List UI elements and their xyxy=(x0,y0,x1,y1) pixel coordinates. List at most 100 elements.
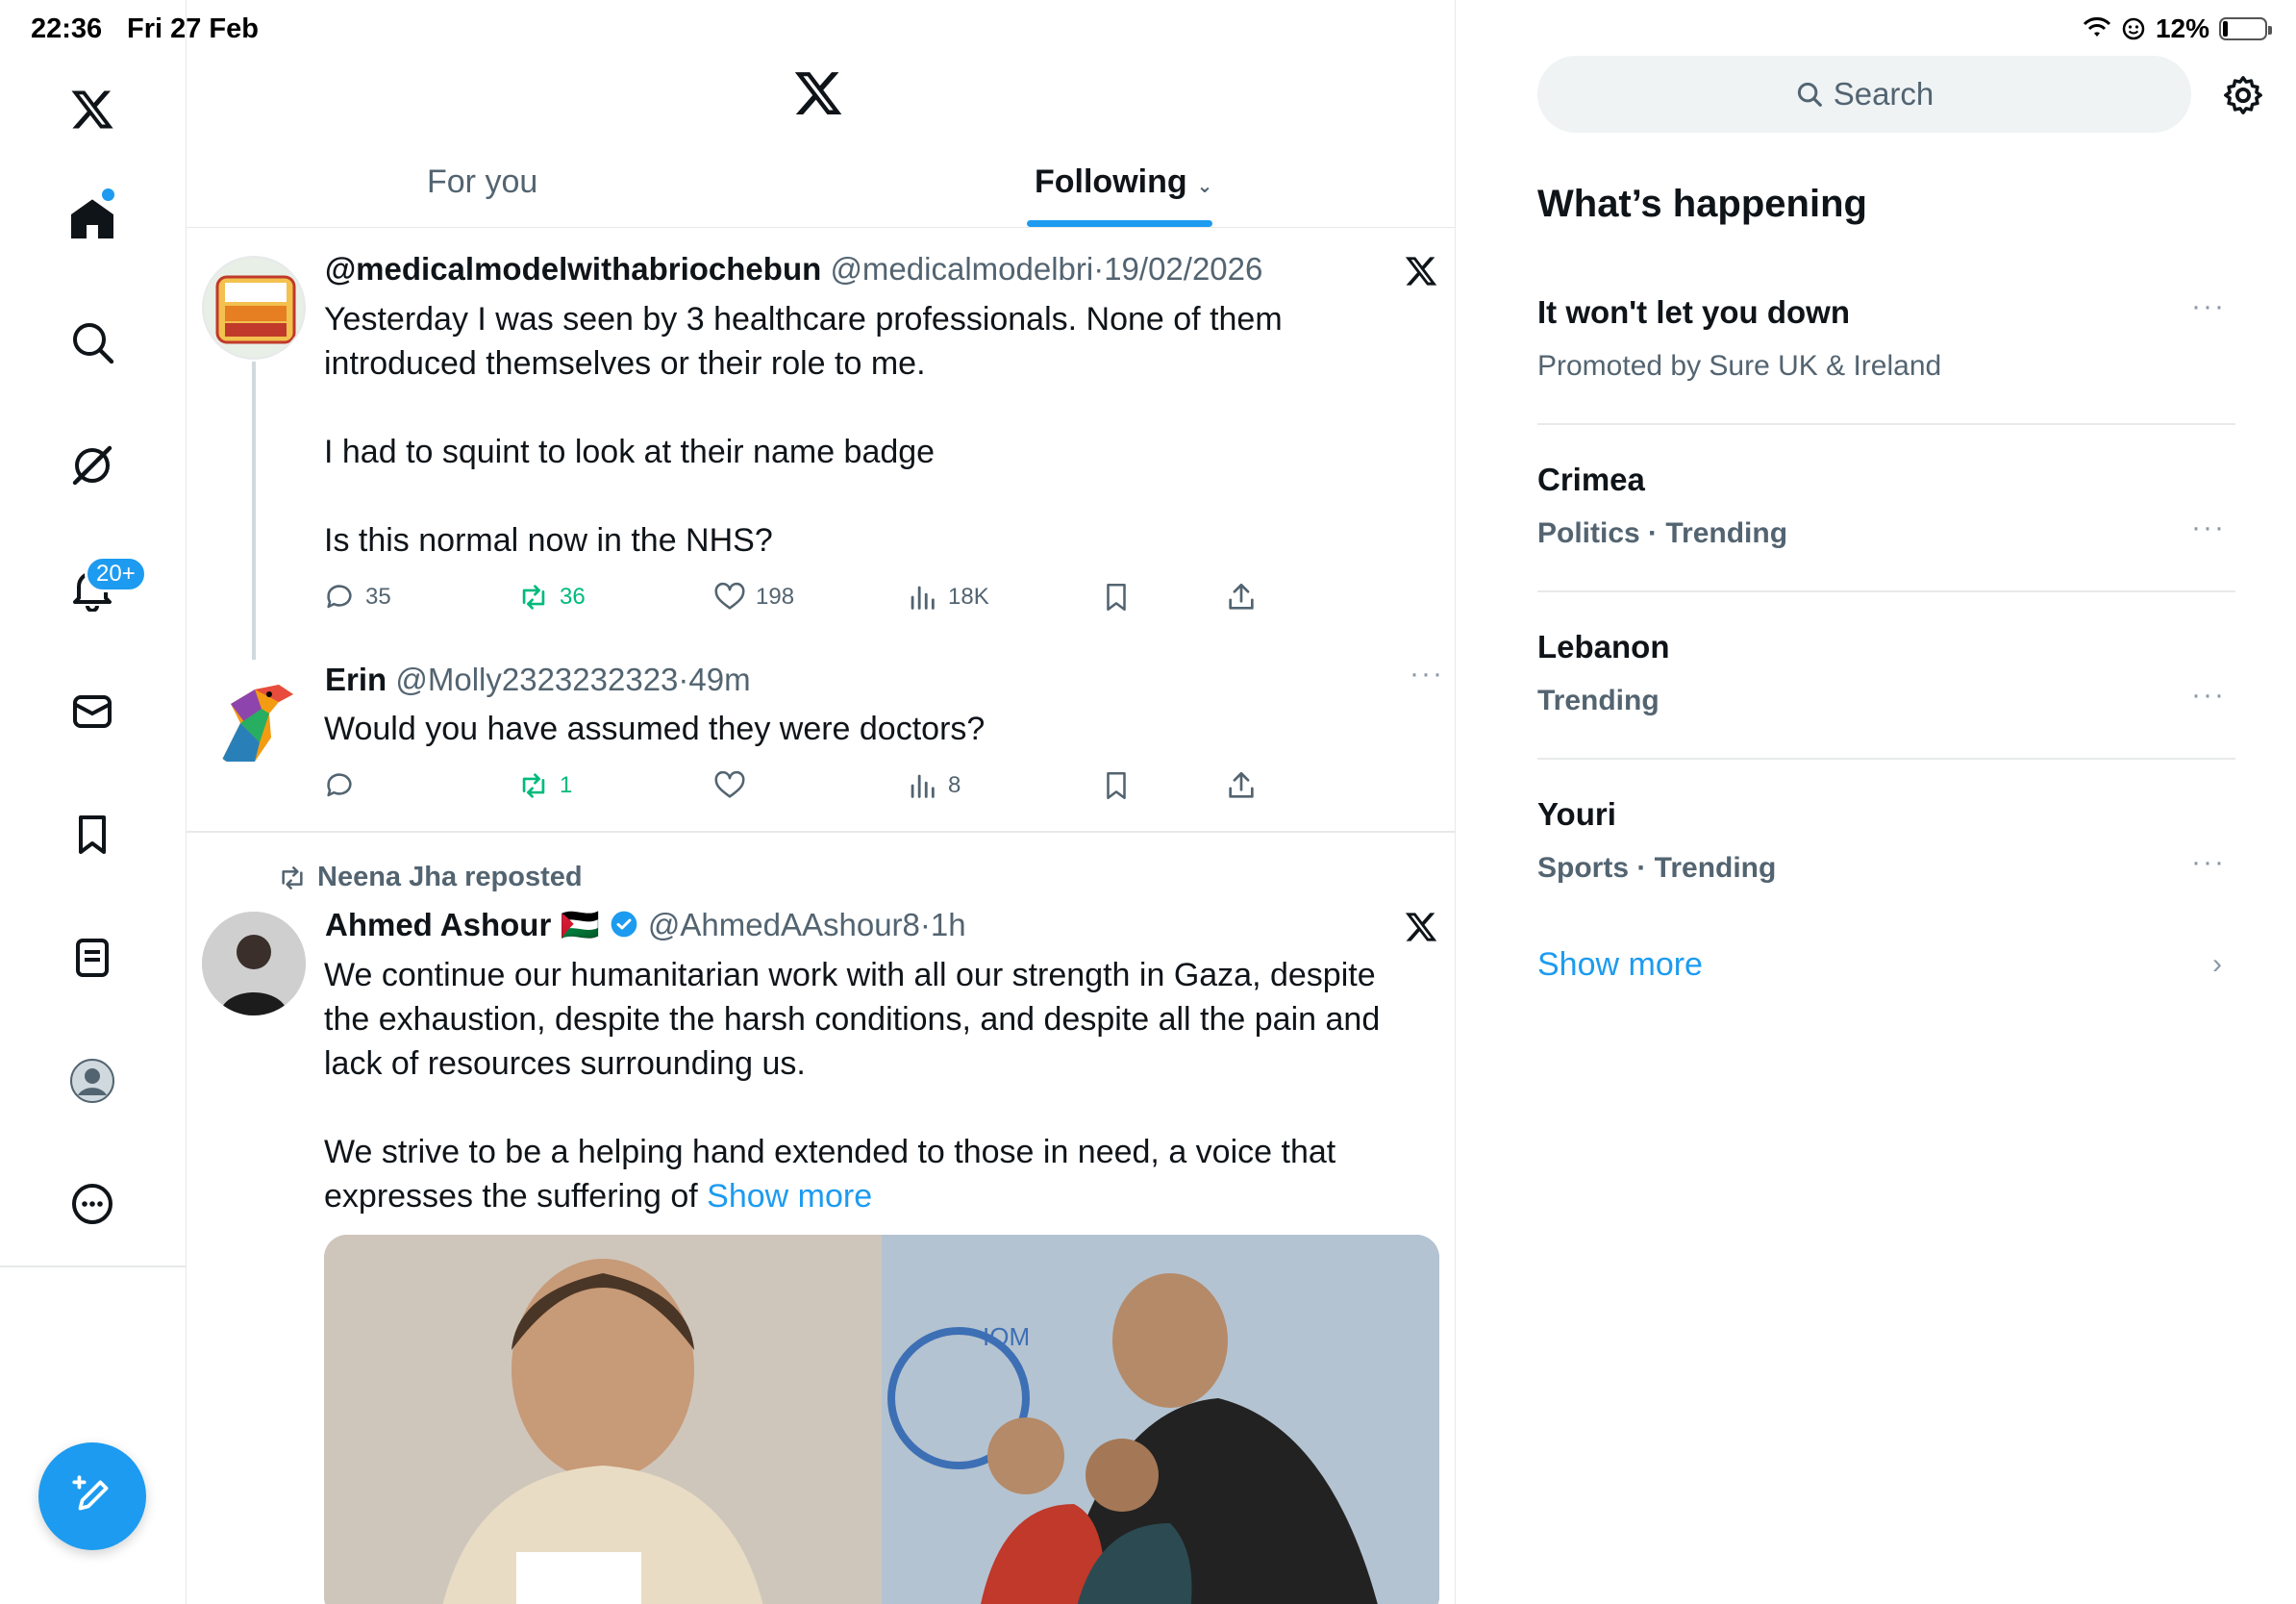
nav-home[interactable] xyxy=(60,187,125,252)
home-unread-dot xyxy=(102,188,114,201)
nav-lists[interactable] xyxy=(60,925,125,990)
trend-more-button[interactable]: ··· xyxy=(2191,290,2226,323)
more-circle-icon xyxy=(72,1184,112,1224)
post-3-time[interactable]: 1h xyxy=(931,907,966,942)
post-3-show-more-link[interactable]: Show more xyxy=(707,1178,872,1215)
post-2-handle[interactable]: @Molly2323232323 xyxy=(395,662,678,697)
post-1-share-button[interactable] xyxy=(1225,581,1258,614)
post-2-text: Would you have assumed they were doctors… xyxy=(324,711,986,747)
bookmark-icon xyxy=(79,815,106,854)
post-2-header: Erin @Molly2323232323·49m xyxy=(325,662,751,698)
chevron-right-icon: › xyxy=(2212,948,2222,980)
trend-more-button[interactable]: ··· xyxy=(2191,846,2226,879)
media-photo-child[interactable] xyxy=(324,1235,882,1604)
post-1-like-count: 198 xyxy=(756,584,795,610)
post-2-like-button[interactable] xyxy=(713,769,756,802)
tab-following[interactable]: Following ⌄ xyxy=(1035,163,1212,201)
post-3-header: Ahmed Ashour 🇵🇸 @AhmedAAshour8·1h xyxy=(325,907,966,944)
post-3-display-name[interactable]: Ahmed Ashour xyxy=(325,907,551,942)
post-2-repost-button[interactable]: 1 xyxy=(517,769,572,802)
compose-icon xyxy=(72,1475,109,1511)
whats-happening-title: What’s happening xyxy=(1537,183,1867,225)
trend-item-youri[interactable]: Youri Sports · Trending ··· xyxy=(1537,796,2235,885)
media-photo-aid[interactable]: IOM xyxy=(882,1235,1439,1604)
nav-messages[interactable] xyxy=(60,679,125,744)
x-logo-icon[interactable] xyxy=(792,67,844,119)
reply-icon xyxy=(327,585,352,609)
repost-context: Neena Jha reposted xyxy=(277,862,583,893)
post-2-avatar[interactable] xyxy=(202,665,306,769)
x-logo-nav[interactable] xyxy=(60,77,125,142)
post-2-display-name[interactable]: Erin xyxy=(325,662,387,697)
nav-grok[interactable] xyxy=(60,433,125,498)
post-3-avatar[interactable] xyxy=(202,912,306,1015)
post-3-separator: · xyxy=(919,907,931,942)
post-3-media[interactable]: IOM xyxy=(324,1235,1439,1604)
post-2-bookmark-button[interactable] xyxy=(1100,769,1133,802)
post-2-reply-button[interactable] xyxy=(323,769,365,802)
left-navigation: 20+ xyxy=(0,0,187,1604)
post-1-view-count: 18K xyxy=(948,584,989,610)
post-2-time[interactable]: 49m xyxy=(688,662,750,697)
search-placeholder: Search xyxy=(1833,76,1934,112)
post-1-like-button[interactable]: 198 xyxy=(713,581,794,614)
trend-divider xyxy=(1537,758,2235,760)
tab-for-you[interactable]: For you xyxy=(427,163,537,201)
nav-bookmarks[interactable] xyxy=(60,802,125,867)
compose-button[interactable] xyxy=(38,1442,146,1550)
trend-divider xyxy=(1537,590,2235,592)
trend-title: Crimea xyxy=(1537,462,1645,497)
search-input[interactable]: Search xyxy=(1537,56,2191,133)
nav-more[interactable] xyxy=(60,1171,125,1237)
trend-subtitle: Trending xyxy=(1537,685,1660,716)
trend-subtitle: Politics · Trending xyxy=(1537,517,1788,549)
nav-search[interactable] xyxy=(60,310,125,375)
post-1-handle[interactable]: @medicalmodelbri xyxy=(830,251,1093,287)
child-photo-illustration xyxy=(324,1235,882,1604)
gear-icon[interactable] xyxy=(2221,73,2265,117)
nav-profile[interactable] xyxy=(60,1048,125,1114)
show-more-trends-link[interactable]: Show more xyxy=(1537,946,1703,984)
post-1-reply-button[interactable]: 35 xyxy=(323,581,391,614)
trend-title: Youri xyxy=(1537,796,1616,832)
post-3-handle[interactable]: @AhmedAAshour8 xyxy=(648,907,920,942)
post-2-more-button[interactable]: ··· xyxy=(1410,658,1444,690)
x-logo-icon xyxy=(1405,257,1437,286)
notifications-badge: 20+ xyxy=(85,556,147,592)
gmc-logo-avatar xyxy=(215,275,296,344)
views-chart-icon xyxy=(911,774,935,798)
post-divider xyxy=(187,831,1456,833)
post-1-repost-button[interactable]: 36 xyxy=(517,581,586,614)
post-1-views-button[interactable]: 18K xyxy=(906,581,989,614)
verified-badge-icon xyxy=(611,911,637,938)
reply-icon xyxy=(327,773,352,797)
trend-more-button[interactable]: ··· xyxy=(2191,512,2226,544)
trend-item-lebanon[interactable]: Lebanon Trending ··· xyxy=(1537,629,2235,717)
envelope-icon xyxy=(73,695,112,728)
trend-divider xyxy=(1537,423,2235,425)
post-1-time[interactable]: 19/02/2026 xyxy=(1104,251,1262,287)
post-1-bookmark-button[interactable] xyxy=(1100,581,1133,614)
timeline-tabs: For you Following ⌄ xyxy=(187,144,1456,228)
profile-avatar-icon xyxy=(70,1059,114,1103)
x-logo-icon xyxy=(1405,913,1437,941)
post-1-avatar[interactable] xyxy=(202,256,306,360)
search-icon xyxy=(73,323,114,364)
bookmark-icon xyxy=(1107,771,1126,800)
aid-photo-illustration: IOM xyxy=(882,1235,1439,1604)
post-2-share-button[interactable] xyxy=(1225,769,1258,802)
heart-icon xyxy=(714,770,745,798)
eagle-avatar xyxy=(221,685,293,762)
post-1-display-name[interactable]: @medicalmodelwithabriochebun xyxy=(325,251,821,287)
post-1-reply-count: 35 xyxy=(365,584,391,610)
trend-more-button[interactable]: ··· xyxy=(2191,679,2226,712)
trend-item-crimea[interactable]: Crimea Politics · Trending ··· xyxy=(1537,462,2235,550)
post-2-views-button[interactable]: 8 xyxy=(906,769,961,802)
media-label: IOM xyxy=(983,1322,1030,1351)
reposted-by[interactable]: Neena Jha reposted xyxy=(317,862,583,893)
search-icon xyxy=(1797,82,1822,107)
post-1-repost-count: 36 xyxy=(560,584,586,610)
palestine-flag: 🇵🇸 xyxy=(560,907,600,942)
repost-icon xyxy=(522,773,545,798)
trend-item-promoted[interactable]: It won't let you down Promoted by Sure U… xyxy=(1537,290,2235,383)
